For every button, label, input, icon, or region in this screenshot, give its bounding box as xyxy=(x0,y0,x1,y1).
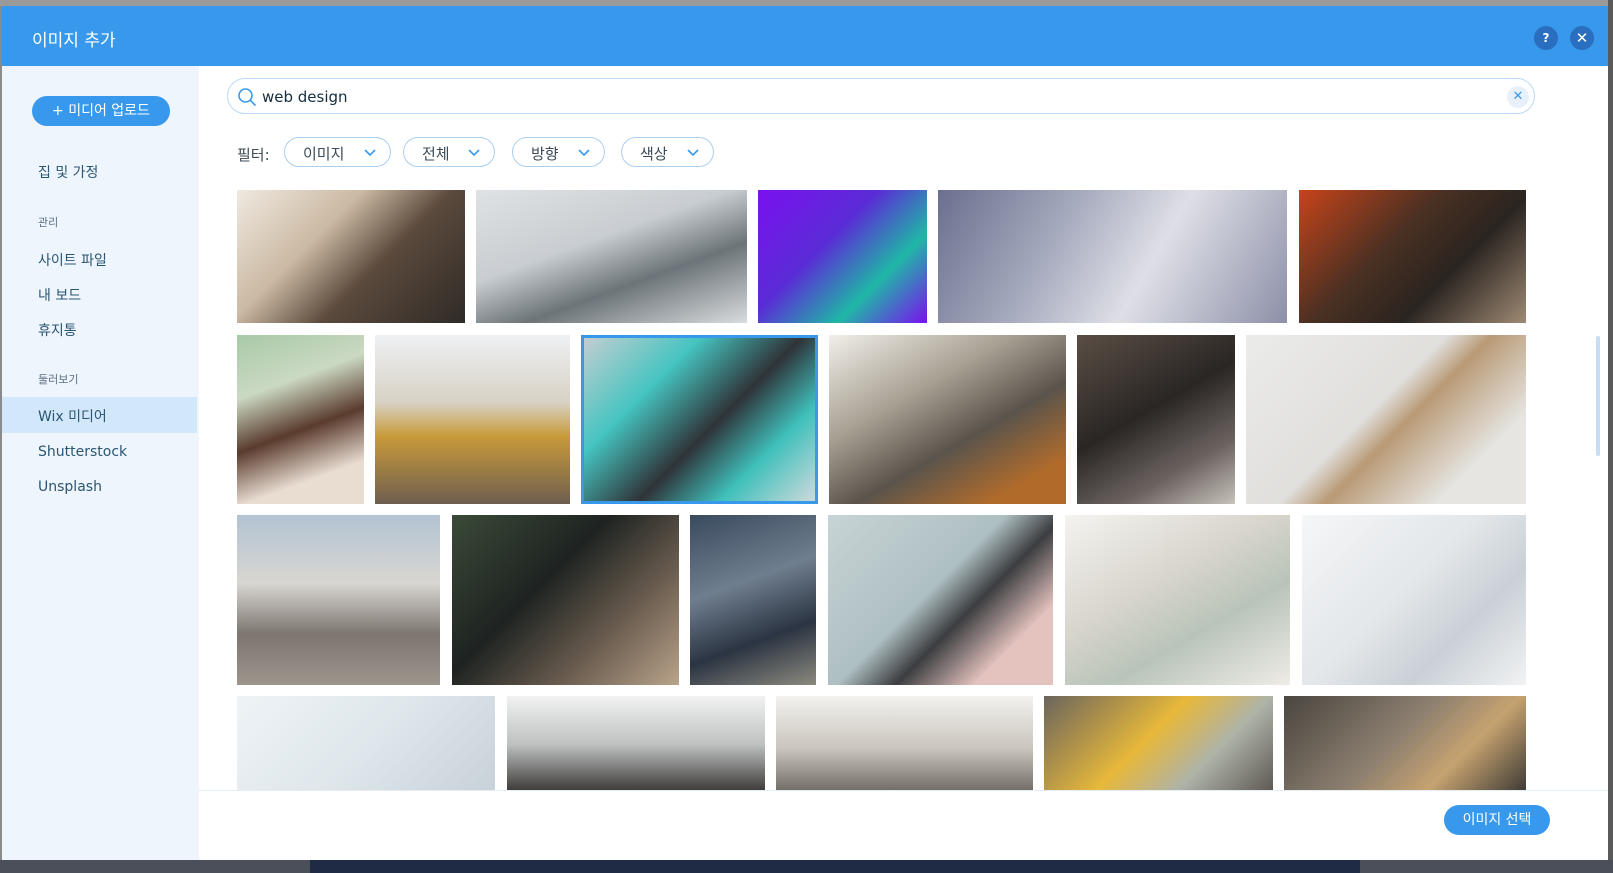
sidebar-heading-browse: 둘러보기 xyxy=(38,373,79,386)
help-button[interactable]: ? xyxy=(1534,26,1558,50)
media-browser: web design ✕ 필터: 이미지 전체 방향 색상 xyxy=(199,66,1608,860)
image-thumbnail[interactable] xyxy=(1044,696,1273,792)
image-thumbnail[interactable] xyxy=(1077,335,1235,504)
sidebar-item-my-boards[interactable]: 내 보드 xyxy=(38,285,81,305)
image-thumbnail[interactable] xyxy=(1246,335,1526,504)
sidebar-item-home[interactable]: 집 및 가정 xyxy=(38,162,98,182)
upload-media-button[interactable]: + 미디어 업로드 xyxy=(32,96,170,126)
image-thumbnail[interactable] xyxy=(690,515,816,685)
sidebar-heading-manage: 관리 xyxy=(38,216,59,229)
dialog-header: 이미지 추가 ? ✕ xyxy=(2,6,1608,66)
image-thumbnail[interactable] xyxy=(1065,515,1290,685)
backdrop-page xyxy=(0,860,1613,873)
image-thumbnail[interactable] xyxy=(375,335,570,504)
close-button[interactable]: ✕ xyxy=(1570,26,1594,50)
dialog-footer: 이미지 선택 xyxy=(199,790,1608,860)
sidebar-item-label: Wix 미디어 xyxy=(38,409,107,425)
add-image-dialog: 이미지 추가 ? ✕ + 미디어 업로드 집 및 가정 관리 사이트 파일 내 … xyxy=(2,6,1608,860)
image-thumbnail[interactable] xyxy=(1284,696,1526,792)
sidebar: + 미디어 업로드 집 및 가정 관리 사이트 파일 내 보드 휴지통 둘러보기… xyxy=(2,66,199,860)
image-thumbnail-selected[interactable] xyxy=(581,335,818,504)
sidebar-item-site-files[interactable]: 사이트 파일 xyxy=(38,250,107,270)
image-thumbnail[interactable] xyxy=(237,696,495,792)
sidebar-item-shutterstock[interactable]: Shutterstock xyxy=(38,444,127,460)
select-image-button[interactable]: 이미지 선택 xyxy=(1444,805,1550,835)
image-thumbnail[interactable] xyxy=(776,696,1033,792)
image-thumbnail[interactable] xyxy=(476,190,747,323)
scrollbar[interactable] xyxy=(1596,336,1600,456)
backdrop-page-strip xyxy=(310,860,1360,873)
image-thumbnail[interactable] xyxy=(1299,190,1526,323)
sidebar-item-wix-media[interactable]: Wix 미디어 xyxy=(2,397,197,433)
image-thumbnail[interactable] xyxy=(1302,515,1526,685)
image-thumbnail[interactable] xyxy=(507,696,765,792)
image-thumbnail[interactable] xyxy=(938,190,1287,323)
dialog-title: 이미지 추가 xyxy=(32,31,116,51)
image-thumbnail[interactable] xyxy=(829,335,1066,504)
image-thumbnail[interactable] xyxy=(828,515,1053,685)
sidebar-item-unsplash[interactable]: Unsplash xyxy=(38,479,102,495)
image-thumbnail[interactable] xyxy=(452,515,679,685)
image-grid xyxy=(199,66,1608,860)
sidebar-item-trash[interactable]: 휴지통 xyxy=(38,320,77,340)
image-thumbnail[interactable] xyxy=(237,190,465,323)
image-thumbnail[interactable] xyxy=(758,190,927,323)
image-thumbnail[interactable] xyxy=(237,335,364,504)
backdrop-edge xyxy=(1608,0,1613,873)
image-thumbnail[interactable] xyxy=(237,515,440,685)
